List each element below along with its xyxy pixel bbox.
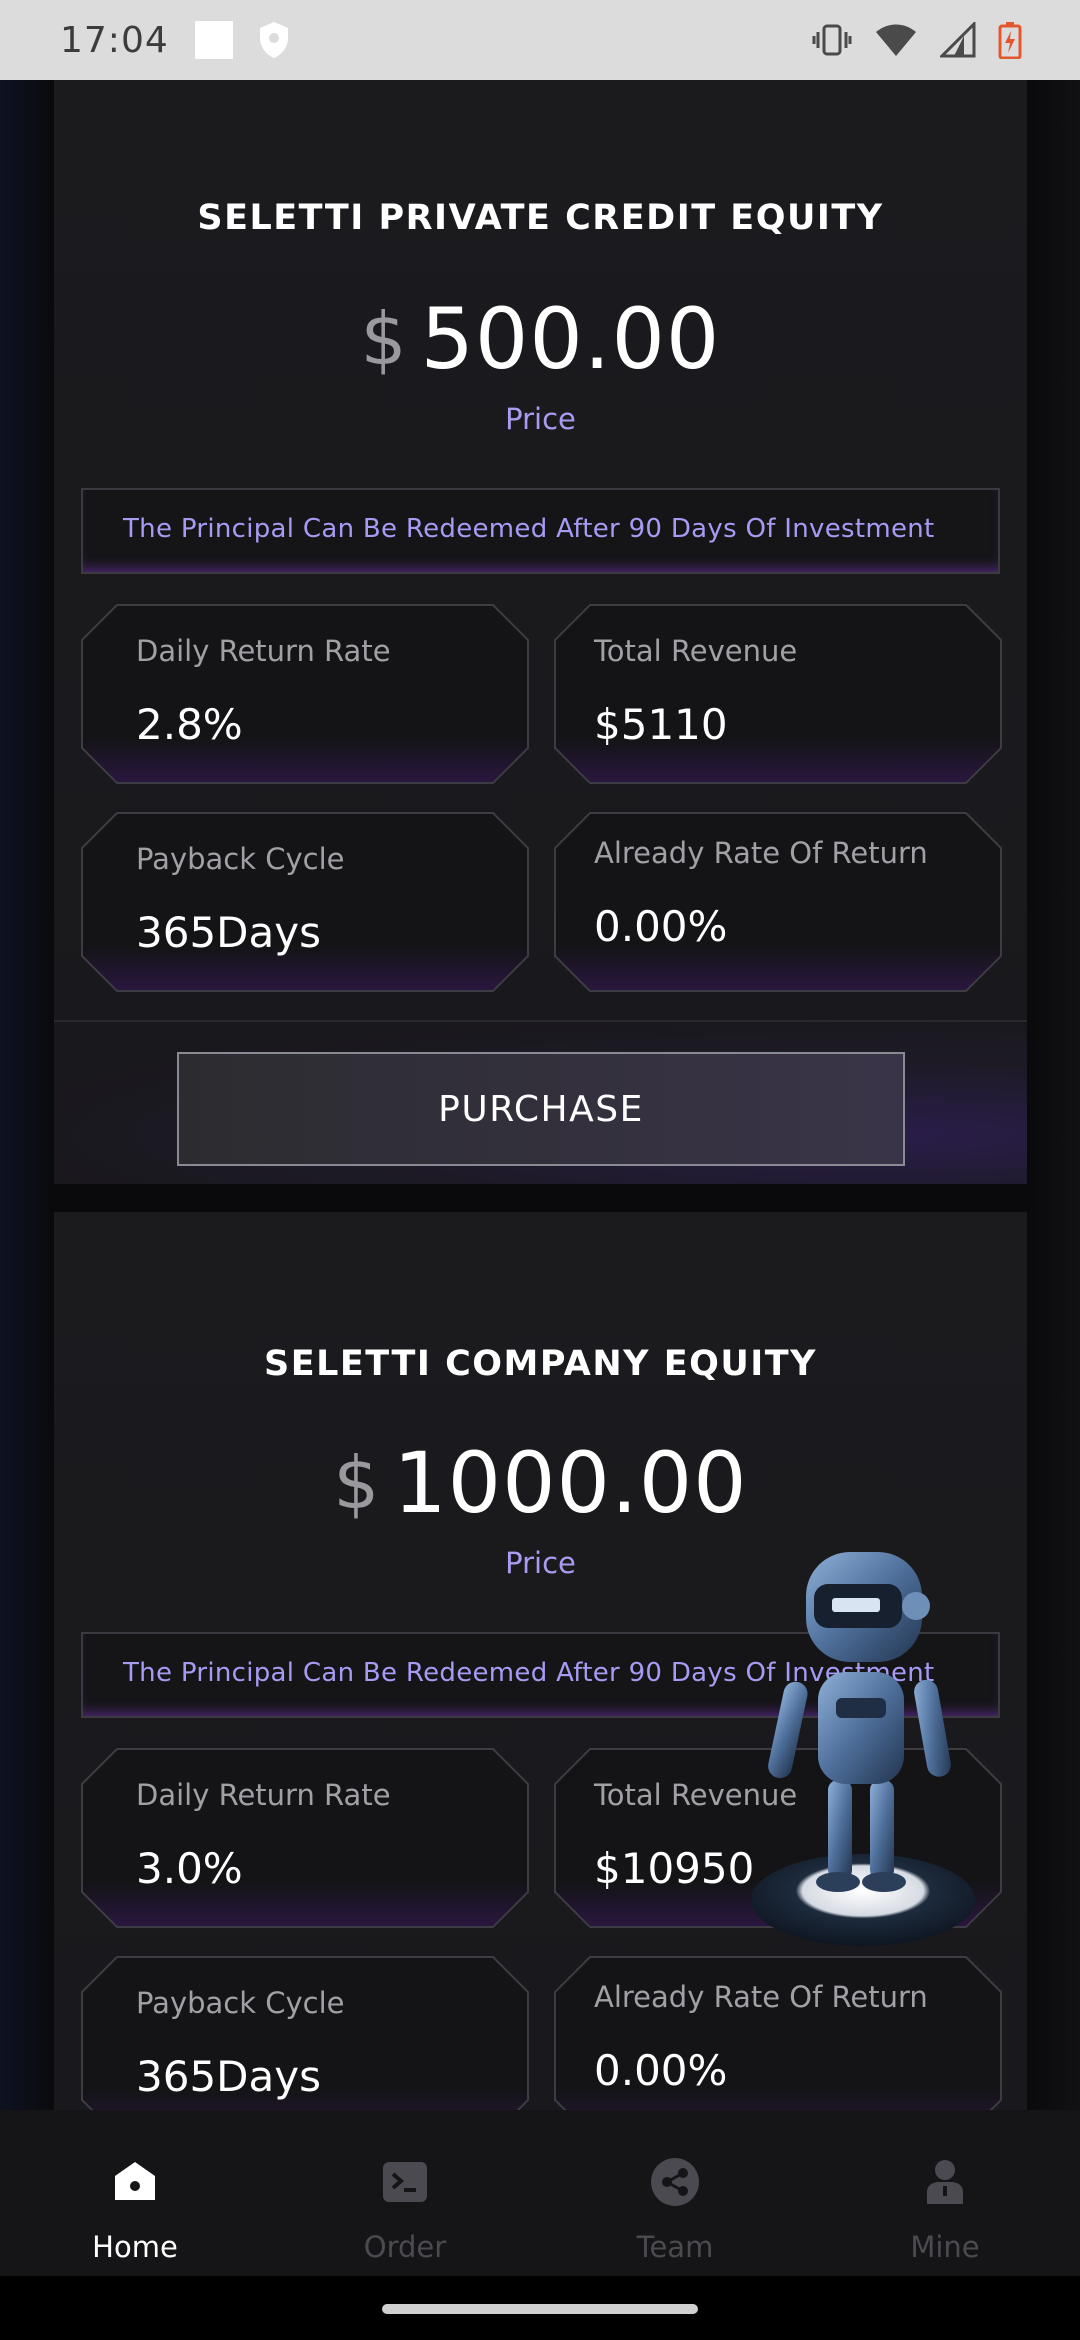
price-display: $1000.00	[54, 1434, 1027, 1532]
stat-daily-return: Daily Return Rate 3.0%	[81, 1748, 529, 1928]
vibrate-icon	[812, 24, 852, 56]
stat-value: 3.0%	[136, 1844, 243, 1893]
stat-frame	[554, 604, 1002, 784]
stat-value: 365Days	[136, 2052, 321, 2101]
product-card: SELETTI PRIVATE CREDIT EQUITY $500.00 Pr…	[54, 80, 1027, 1184]
stat-label: Already Rate Of Return	[594, 836, 928, 870]
battery-icon	[998, 22, 1022, 59]
purchase-button[interactable]: PURCHASE	[177, 1052, 905, 1166]
currency-symbol: $	[333, 1441, 380, 1525]
stat-label: Total Revenue	[594, 634, 798, 668]
wifi-icon	[876, 24, 916, 56]
stat-total-revenue: Total Revenue $5110	[554, 604, 1002, 784]
nav-order[interactable]: Order	[270, 2110, 540, 2276]
stat-value: 0.00%	[594, 902, 728, 951]
nav-home[interactable]: Home	[0, 2110, 270, 2276]
stat-frame	[81, 812, 529, 992]
robot-assistant-icon[interactable]	[748, 1522, 988, 1962]
status-time: 17:04	[60, 19, 169, 61]
user-icon	[927, 2160, 963, 2204]
price-value: 500.00	[420, 290, 721, 388]
stat-value: 2.8%	[136, 700, 243, 749]
stat-label: Payback Cycle	[136, 842, 345, 876]
status-bar: 17:04	[0, 0, 1080, 80]
purchase-zone: PURCHASE	[54, 1022, 1027, 1184]
stat-value: $5110	[594, 700, 728, 749]
nav-mine[interactable]: Mine	[810, 2110, 1080, 2276]
nav-label: Order	[363, 2230, 447, 2264]
stat-label: Daily Return Rate	[136, 634, 391, 668]
stat-frame	[81, 1748, 529, 1928]
currency-symbol: $	[360, 297, 407, 381]
bottom-nav: Home Order Team Mine	[0, 2110, 1080, 2276]
stat-frame	[81, 604, 529, 784]
stat-label: Already Rate Of Return	[594, 1980, 928, 2014]
home-icon	[115, 2162, 155, 2200]
nav-team[interactable]: Team	[540, 2110, 810, 2276]
terminal-icon	[383, 2162, 427, 2202]
share-icon	[651, 2158, 699, 2206]
redeem-note-text: The Principal Can Be Redeemed After 90 D…	[123, 514, 935, 544]
stat-already-return: Already Rate Of Return 0.00%	[554, 812, 1002, 992]
stat-value: $10950	[594, 1844, 755, 1893]
price-label: Price	[505, 402, 576, 436]
redeem-note: The Principal Can Be Redeemed After 90 D…	[81, 488, 1000, 574]
stat-value: 365Days	[136, 908, 321, 957]
stat-label: Payback Cycle	[136, 1986, 345, 2020]
stat-daily-return: Daily Return Rate 2.8%	[81, 604, 529, 784]
product-title: SELETTI COMPANY EQUITY	[263, 1344, 818, 1384]
stat-already-return: Already Rate Of Return 0.00%	[554, 1956, 1002, 2110]
notification-square-icon	[194, 21, 233, 59]
product-list[interactable]: SELETTI PRIVATE CREDIT EQUITY $500.00 Pr…	[0, 80, 1080, 2110]
stat-value: 0.00%	[594, 2046, 728, 2095]
shield-icon	[259, 22, 288, 58]
stat-label: Daily Return Rate	[136, 1778, 391, 1812]
stat-payback-cycle: Payback Cycle 365Days	[81, 1956, 529, 2110]
nav-label: Home	[92, 2230, 178, 2264]
stat-payback-cycle: Payback Cycle 365Days	[81, 812, 529, 992]
product-title: SELETTI PRIVATE CREDIT EQUITY	[197, 198, 884, 238]
home-gesture-handle[interactable]	[382, 2304, 698, 2314]
signal-icon	[940, 22, 976, 58]
nav-label: Mine	[910, 2230, 980, 2264]
gesture-bar	[0, 2276, 1080, 2340]
price-display: $500.00	[54, 290, 1027, 388]
price-value: 1000.00	[393, 1434, 748, 1532]
nav-label: Team	[636, 2230, 714, 2264]
